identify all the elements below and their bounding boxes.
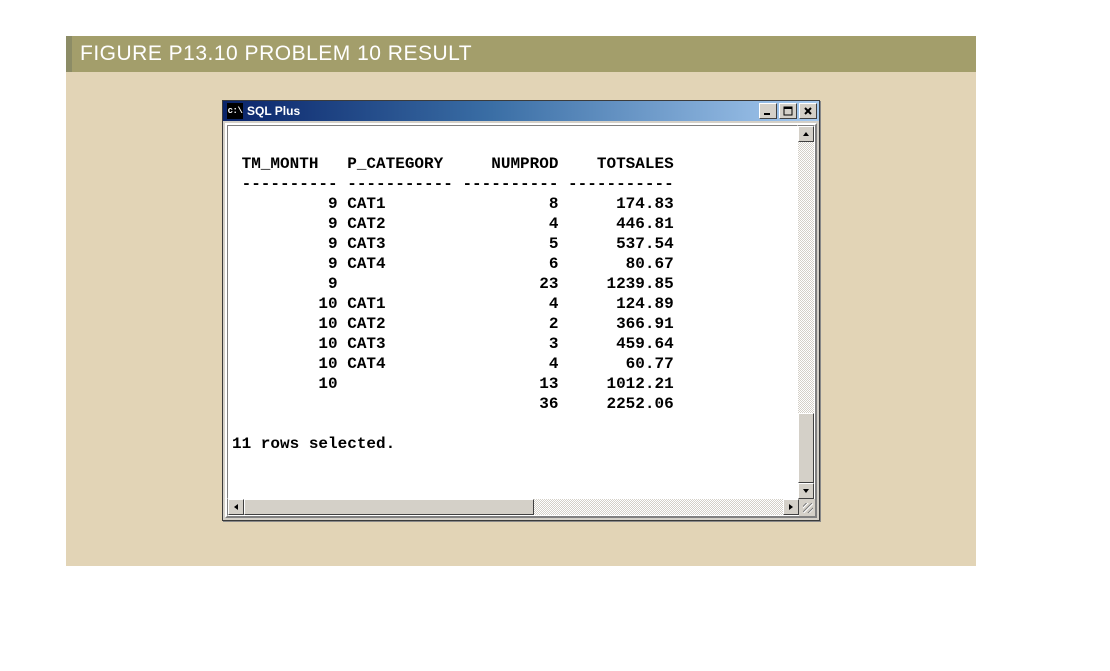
maximize-icon [783,106,793,116]
arrow-down-icon [802,487,810,495]
client-area: TM_MONTH P_CATEGORY NUMPROD TOTSALES ---… [225,123,817,518]
minimize-button[interactable] [759,103,777,119]
figure-title: FIGURE P13.10 PROBLEM 10 RESULT [66,36,976,72]
vertical-scroll-track[interactable] [798,142,814,483]
horizontal-scrollbar-row [227,499,815,516]
scroll-left-button[interactable] [228,499,244,515]
figure-header-accent [66,36,72,72]
console-output[interactable]: TM_MONTH P_CATEGORY NUMPROD TOTSALES ---… [227,125,798,499]
scroll-down-button[interactable] [798,483,814,499]
close-icon [803,106,813,116]
resize-grip[interactable] [799,499,815,515]
app-icon: c:\ [227,103,243,119]
arrow-left-icon [232,503,240,511]
horizontal-scroll-track[interactable] [244,499,783,515]
horizontal-scrollbar[interactable] [227,499,799,516]
arrow-up-icon [802,130,810,138]
close-button[interactable] [799,103,817,119]
content-frame: TM_MONTH P_CATEGORY NUMPROD TOTSALES ---… [227,125,815,499]
arrow-right-icon [787,503,795,511]
maximize-button[interactable] [779,103,797,119]
title-bar[interactable]: c:\ SQL Plus [223,101,819,121]
minimize-icon [763,106,773,116]
window-title: SQL Plus [247,104,759,118]
figure-container: FIGURE P13.10 PROBLEM 10 RESULT c:\ SQL … [66,36,976,566]
horizontal-scroll-thumb[interactable] [244,499,534,515]
window-buttons [759,103,817,119]
scroll-right-button[interactable] [783,499,799,515]
vertical-scroll-thumb[interactable] [798,413,814,483]
sqlplus-window: c:\ SQL Plus [222,100,820,521]
scroll-up-button[interactable] [798,126,814,142]
vertical-scrollbar[interactable] [798,125,815,499]
query-result-text: TM_MONTH P_CATEGORY NUMPROD TOTSALES ---… [232,154,793,454]
figure-body: c:\ SQL Plus [66,72,976,521]
